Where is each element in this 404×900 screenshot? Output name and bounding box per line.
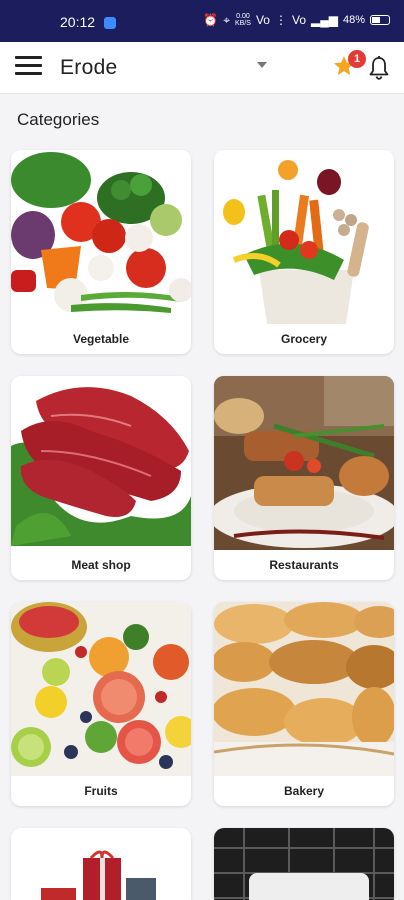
category-label: Meat shop: [71, 558, 131, 572]
city-selector[interactable]: Erode: [60, 56, 118, 80]
category-card-electronics[interactable]: [214, 828, 394, 900]
gallery-notification-icon: [104, 17, 116, 29]
category-label: Grocery: [280, 332, 328, 346]
battery-icon: [370, 15, 390, 25]
category-card-gifts[interactable]: [11, 828, 191, 900]
vegetable-image: [11, 150, 191, 324]
notification-badge: 1: [348, 50, 366, 68]
category-label: Restaurants: [269, 558, 339, 572]
chevron-down-icon[interactable]: [257, 62, 267, 68]
bakery-image: [214, 602, 394, 776]
category-card-restaurants[interactable]: Restaurants: [214, 376, 394, 580]
menu-icon[interactable]: [15, 56, 42, 78]
status-time: 20:12: [60, 14, 96, 30]
category-card-grocery[interactable]: Grocery: [214, 150, 394, 354]
bell-icon[interactable]: [367, 55, 391, 81]
category-card-meat-shop[interactable]: Meat shop: [11, 376, 191, 580]
electronics-image: [214, 828, 394, 900]
alarm-icon: ⏰: [203, 13, 219, 27]
section-title: Categories: [17, 110, 100, 129]
cell-signal-icon: ▂▄▆: [311, 13, 338, 27]
volte-2-icon: Vo: [291, 13, 306, 27]
app-bar: Erode 1: [0, 42, 404, 94]
category-label: Bakery: [283, 784, 325, 798]
location-icon: ⌖: [223, 13, 231, 27]
meat-image: [11, 376, 191, 550]
grocery-image: [214, 150, 394, 324]
category-card-vegetable[interactable]: Vegetable: [11, 150, 191, 354]
category-card-fruits[interactable]: Fruits: [11, 602, 191, 806]
net-speed: 0.00 KB/S: [235, 13, 251, 27]
restaurant-image: [214, 376, 394, 550]
category-card-bakery[interactable]: Bakery: [214, 602, 394, 806]
fruits-image: [11, 602, 191, 776]
status-icons: ⏰ ⌖ 0.00 KB/S Vo ⋮ Vo ▂▄▆ 48%: [203, 13, 390, 27]
gifts-image: [11, 828, 191, 900]
wifi-signal-icon: ⋮: [274, 13, 287, 27]
category-label: Fruits: [84, 784, 118, 798]
category-label: Vegetable: [72, 332, 130, 346]
battery-percent: 48%: [342, 14, 365, 26]
volte-1-icon: Vo: [255, 13, 270, 27]
status-bar: 20:12 ⏰ ⌖ 0.00 KB/S Vo ⋮ Vo ▂▄▆ 48%: [0, 0, 404, 42]
